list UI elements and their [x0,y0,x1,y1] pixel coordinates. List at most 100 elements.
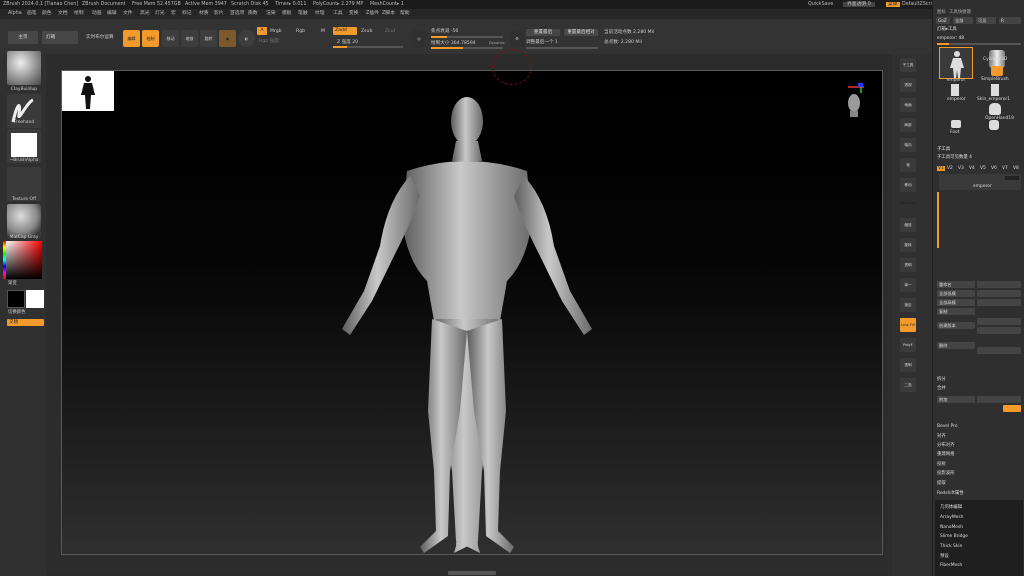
shelf-button[interactable]: 移动 [900,178,916,192]
split-button[interactable]: 拆分 [937,377,946,382]
secondary-color-swatch[interactable] [7,290,25,308]
edit-tool-button[interactable]: 编辑 [123,30,140,47]
bevel-pro-button[interactable]: Bevel Pro [937,424,958,429]
menu-item[interactable]: 文件 [123,11,133,17]
arraymesh-button[interactable]: ArrayMesh [940,515,963,520]
shelf-button[interactable]: 单一 [900,278,916,292]
subtool-title[interactable]: 子工具 [937,147,950,152]
lightbox-tools-label[interactable]: 灯箱▸工具 [937,27,957,32]
a-toggle[interactable]: A [257,27,267,35]
insert-button[interactable] [977,396,1021,403]
project-button[interactable]: 投射 [937,462,946,467]
all-low-button[interactable]: 全部低模 [937,290,975,297]
canvas-scroll-handle[interactable] [448,571,496,575]
color-picker-square[interactable] [6,241,42,279]
focal-shift-slider[interactable] [431,36,503,38]
shelf-button[interactable]: PolyF [900,338,916,352]
panel-tab-icons[interactable]: 图标 [937,10,946,15]
menu-item[interactable]: 帮助 [400,11,410,17]
home-button[interactable]: 主页 [8,31,38,44]
scale-tool-button[interactable]: 缩放 [181,30,198,47]
navigator-thumbnail[interactable] [62,71,114,111]
version-v8[interactable]: V8 [1013,166,1019,171]
list-button-3[interactable] [977,290,1021,297]
mrgb-toggle[interactable]: Mrgb [270,29,282,35]
rgb-intensity-slider[interactable]: Rgb 强度 [259,39,279,45]
shelf-button[interactable]: 子工具 [900,58,916,72]
draw-size-slider[interactable] [431,47,503,49]
z-intensity-slider[interactable] [333,46,403,48]
texture-thumbnail[interactable] [7,167,41,201]
shelf-button[interactable]: 锁定 [900,298,916,312]
redshift-properties-button[interactable]: Redshift属性 [937,491,964,496]
list-button-7[interactable] [977,347,1021,354]
all-button[interactable]: 全部 [953,17,973,24]
remesh-button[interactable]: 重建网格 [937,452,955,457]
m-toggle[interactable]: M [321,29,325,35]
orientation-gizmo[interactable] [844,81,866,121]
menu-item[interactable]: 标记 [182,11,192,17]
skin-icon[interactable] [991,84,999,96]
menu-item[interactable]: Z脚本 [382,11,395,17]
rotate-tool-button[interactable]: 旋转 [200,30,217,47]
menu-item[interactable]: Alpha [8,11,22,17]
menu-item[interactable]: 灯光 [155,11,165,17]
eye-icon[interactable] [1005,176,1019,180]
reset-last-relative-button[interactable]: 重置最后相对 [564,29,598,36]
reset-last-button[interactable]: 重置最后 [526,29,560,36]
brush-thumbnail[interactable] [7,51,41,85]
rgb-toggle[interactable]: Rgb [296,29,305,35]
primary-color-swatch[interactable] [26,290,44,308]
adjust-last-track[interactable] [526,47,598,49]
list-button-6[interactable] [977,327,1021,334]
project-wave-button[interactable]: 投影波形 [937,471,955,476]
merge-button[interactable]: 合并 [937,386,946,391]
menu-item[interactable]: 颜色 [42,11,52,17]
sculpted-figure[interactable] [332,91,602,556]
color-picker-button[interactable]: ◉ [219,30,236,47]
fibermesh-button[interactable]: FiberMesh [940,563,962,568]
geometry-title[interactable]: 几何体编辑 [940,505,962,510]
slime-bridge-button[interactable]: Slime Bridge [940,534,968,539]
nanomesh-button[interactable]: NanoMesh [940,525,963,530]
menu-item[interactable]: 模板 [282,11,292,17]
menu-item[interactable]: 笔触 [298,11,308,17]
r-button[interactable]: R [999,17,1021,24]
shelf-button[interactable]: 轴向 [900,138,916,152]
shelf-button[interactable]: Line Fill [900,318,916,332]
menu-item[interactable]: 影片 [214,11,224,17]
subtool-scrollbar[interactable] [937,192,939,248]
orange-toggle[interactable] [1003,405,1021,412]
version-v1[interactable]: V1 [937,166,945,172]
duplicate-button[interactable]: 复制 [937,308,975,315]
shelf-button[interactable]: Dynamic [900,198,916,208]
menu-item[interactable]: 画笔 [27,11,37,17]
menu-item[interactable]: Z插件 [366,11,379,17]
sphere-icon[interactable]: ◐ [238,30,255,47]
menu-item[interactable]: 高光 [140,11,150,17]
distribute-align-button[interactable]: 分布对齐 [937,443,955,448]
menu-item[interactable]: 动画 [92,11,102,17]
draw-tool-button[interactable]: 绘制 [142,30,159,47]
goz-button[interactable]: GoZ [936,17,950,24]
zcut-toggle[interactable]: Zcut [385,29,395,35]
tool-slider[interactable] [937,43,1021,45]
subtool-item[interactable]: emperor [939,174,1021,190]
transparency-slider[interactable]: 界面透明 0 [843,1,875,8]
version-v7[interactable]: V7 [1002,166,1008,171]
list-button-2[interactable] [977,281,1021,288]
align-button[interactable]: 对齐 [937,434,946,439]
shelf-button[interactable]: 地面 [900,98,916,112]
visible-button[interactable]: 可见 [976,17,996,24]
thick-skin-button[interactable]: Thick Skin [940,544,962,549]
version-v3[interactable]: V3 [958,166,964,171]
lightbox-button[interactable]: 灯箱 [42,31,78,44]
shelf-button[interactable]: 帧 [900,158,916,172]
menu-item[interactable]: 渲染 [266,11,276,17]
shelf-button[interactable]: 透明 [900,358,916,372]
panel-tab-shortcuts[interactable]: 工具快捷键 [949,10,971,15]
all-high-button[interactable]: 全部高模 [937,299,975,306]
menu-item[interactable]: 文档 [58,11,68,17]
zadd-toggle[interactable]: Zadd [333,27,357,35]
delete-button[interactable]: 删除 [937,342,975,349]
